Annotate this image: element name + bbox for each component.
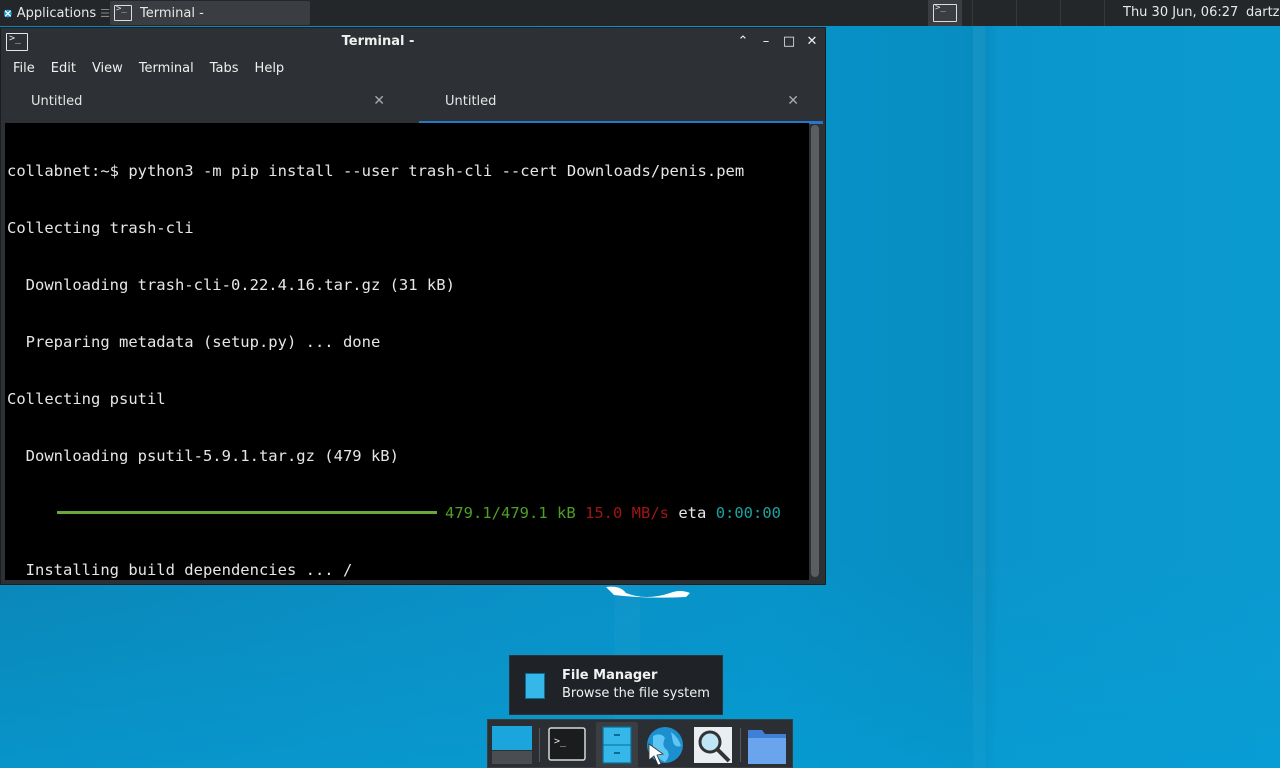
xfce-logo-icon xyxy=(3,9,12,17)
tab-untitled-1[interactable]: Untitled ✕ xyxy=(5,84,409,120)
terminal-line: Downloading trash-cli-0.22.4.16.tar.gz (… xyxy=(7,276,455,294)
terminal-icon[interactable]: >_ xyxy=(546,724,588,766)
bottom-dock: >_ xyxy=(487,719,793,768)
tab-close-icon[interactable]: ✕ xyxy=(787,93,799,109)
file-manager-icon[interactable] xyxy=(596,724,638,766)
menu-terminal[interactable]: Terminal xyxy=(131,58,202,80)
window-titlebar[interactable]: Terminal - ⌃ – □ ✕ xyxy=(1,28,825,58)
panel-separator xyxy=(1060,0,1061,26)
folder-icon[interactable] xyxy=(746,724,788,766)
download-progress-bar xyxy=(57,510,437,514)
menu-file[interactable]: File xyxy=(5,58,43,80)
panel-separator xyxy=(1104,0,1105,26)
panel-user[interactable]: dartz xyxy=(1246,0,1279,26)
terminal-line: Collecting psutil xyxy=(7,390,166,408)
applications-menu-button[interactable]: Applications ☰ xyxy=(0,0,110,26)
top-panel: Applications ☰ Terminal - Thu 30 Jun, 06… xyxy=(0,0,1280,26)
tab-label: Untitled xyxy=(445,94,497,109)
shade-button[interactable]: ⌃ xyxy=(735,34,751,50)
terminal-icon xyxy=(114,4,132,21)
window-title: Terminal - xyxy=(341,34,415,49)
minimize-button[interactable]: – xyxy=(758,34,774,50)
menu-glyph-icon: ☰ xyxy=(100,6,110,20)
tab-untitled-2[interactable]: Untitled ✕ xyxy=(419,84,823,124)
file-manager-tooltip: File Manager Browse the file system xyxy=(509,655,723,715)
terminal-icon xyxy=(933,3,957,22)
tab-close-icon[interactable]: ✕ xyxy=(373,93,385,109)
tab-label: Untitled xyxy=(31,94,83,109)
terminal-scrollbar[interactable] xyxy=(811,125,819,577)
tooltip-description: Browse the file system xyxy=(562,686,710,701)
applications-label: Applications xyxy=(16,5,97,21)
progress-speed: 15.0 MB/s xyxy=(585,504,669,522)
menu-help[interactable]: Help xyxy=(247,58,293,80)
taskbar-terminal-label: Terminal - xyxy=(140,5,204,21)
dock-separator xyxy=(539,728,540,762)
dock-separator xyxy=(740,728,741,762)
xfce-mouse-logo xyxy=(606,586,690,598)
progress-line: 479.1/479.1 kB 15.0 MB/s eta 0:00:00 xyxy=(7,504,807,523)
terminal-line: Downloading psutil-5.9.1.tar.gz (479 kB) xyxy=(7,447,399,465)
tooltip-title: File Manager xyxy=(562,668,658,683)
menu-tabs[interactable]: Tabs xyxy=(202,58,247,80)
svg-text:>_: >_ xyxy=(554,736,567,747)
menu-bar: File Edit View Terminal Tabs Help xyxy=(1,58,825,80)
panel-separator xyxy=(1016,0,1017,26)
menu-edit[interactable]: Edit xyxy=(43,58,84,80)
web-browser-icon[interactable] xyxy=(643,724,685,766)
terminal-line: collabnet:~$ python3 -m pip install --us… xyxy=(7,162,745,180)
progress-eta: 0:00:00 xyxy=(715,504,782,522)
close-button[interactable]: ✕ xyxy=(804,34,820,50)
terminal-window: Terminal - ⌃ – □ ✕ File Edit View Termin… xyxy=(0,27,826,585)
terminal-line: Installing build dependencies ... / xyxy=(7,561,353,579)
terminal-line: Preparing metadata (setup.py) ... done xyxy=(7,333,381,351)
progress-size: 479.1/479.1 kB xyxy=(445,504,576,522)
terminal-line: Collecting trash-cli xyxy=(7,219,194,237)
tab-bar: Untitled ✕ Untitled ✕ xyxy=(1,84,825,124)
file-cabinet-icon xyxy=(525,673,545,699)
app-finder-icon[interactable] xyxy=(692,724,734,766)
maximize-button[interactable]: □ xyxy=(781,34,797,50)
menu-view[interactable]: View xyxy=(84,58,131,80)
terminal-output[interactable]: collabnet:~$ python3 -m pip install --us… xyxy=(5,123,809,580)
progress-eta-label: eta xyxy=(678,504,707,522)
tray-terminal-launcher[interactable] xyxy=(928,0,962,26)
panel-clock[interactable]: Thu 30 Jun, 06:27 xyxy=(1123,0,1238,26)
panel-separator xyxy=(972,0,973,26)
taskbar-terminal-button[interactable]: Terminal - xyxy=(110,1,310,25)
show-desktop-icon[interactable] xyxy=(491,724,533,766)
